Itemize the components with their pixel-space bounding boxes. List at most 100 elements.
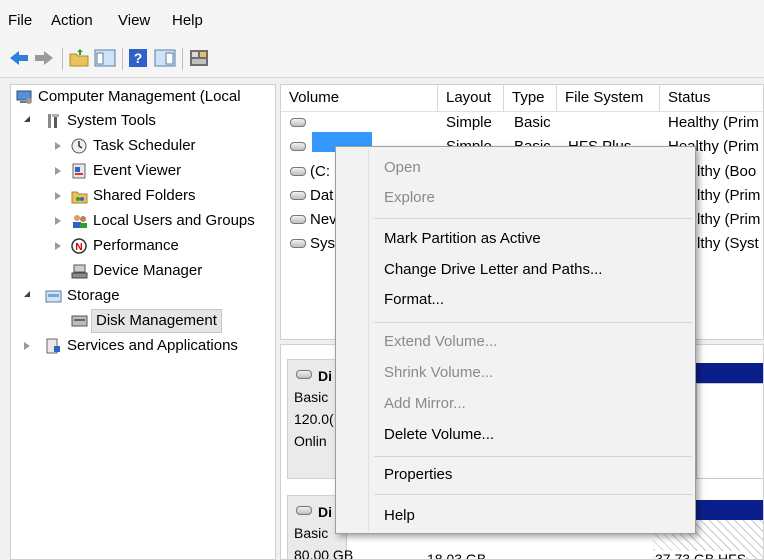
- volume-drive-icon: [290, 142, 306, 151]
- menu-item-help[interactable]: Help: [384, 504, 415, 528]
- toolbar: ?: [0, 38, 764, 78]
- volume-status: lthy (Prim: [697, 187, 761, 204]
- volume-name[interactable]: Syst: [310, 232, 336, 256]
- tree-label: Device Manager: [93, 262, 203, 279]
- menu-separator: [374, 456, 692, 457]
- volume-drive-icon: [290, 118, 306, 127]
- menu-item-mark-partition-active[interactable]: Mark Partition as Active: [384, 227, 541, 251]
- menu-item-delete-volume[interactable]: Delete Volume...: [384, 423, 494, 447]
- volume-status: lthy (Prim: [697, 211, 761, 228]
- volume-name[interactable]: Nev: [310, 208, 336, 232]
- expand-arrow-closed-icon[interactable]: [55, 142, 61, 150]
- disk-0-size: 120.0(: [294, 411, 334, 427]
- system-tools-icon: [48, 114, 59, 128]
- computer-management-icon: [16, 90, 32, 104]
- column-header-layout[interactable]: Layout: [438, 85, 504, 111]
- disk-1-kind: Basic: [294, 525, 329, 541]
- menu-item-shrink-volume[interactable]: Shrink Volume...: [384, 361, 493, 385]
- disk-0-name: Di: [318, 368, 332, 384]
- menu-bar: File Action View Help: [0, 0, 764, 38]
- performance-icon: N: [71, 238, 87, 254]
- volume-drive-icon: [290, 239, 306, 248]
- menu-help[interactable]: Help: [172, 12, 203, 29]
- disk-icon: [296, 370, 312, 379]
- volume-drive-icon: [290, 191, 306, 200]
- disk-management-icon: [71, 315, 88, 327]
- expand-arrow-closed-icon[interactable]: [24, 342, 30, 350]
- help-icon[interactable]: ?: [128, 48, 148, 68]
- menu-item-properties[interactable]: Properties: [384, 463, 452, 487]
- menu-item-explore[interactable]: Explore: [384, 186, 435, 210]
- tree-label: Storage: [67, 287, 120, 304]
- expand-arrow-closed-icon[interactable]: [55, 192, 61, 200]
- menu-item-format[interactable]: Format...: [384, 288, 444, 312]
- menu-separator: [374, 218, 692, 219]
- column-header-volume[interactable]: Volume: [281, 85, 438, 111]
- disk-1-partition-size: 18.03 GB: [427, 551, 487, 560]
- menu-separator: [374, 494, 692, 495]
- storage-icon: [45, 290, 62, 303]
- disk-1-name: Di: [318, 504, 332, 520]
- tree-label: Local Users and Groups: [93, 212, 255, 229]
- menu-view[interactable]: View: [118, 12, 150, 29]
- services-icon: [46, 338, 60, 354]
- expand-arrow-open-icon[interactable]: [24, 116, 30, 122]
- users-icon: [73, 215, 87, 228]
- disk-icon: [296, 506, 312, 515]
- menu-item-open[interactable]: Open: [384, 156, 421, 180]
- tree-root-label: Computer Management (Local: [38, 88, 241, 105]
- forward-arrow-icon[interactable]: [33, 48, 55, 68]
- disk-0-kind: Basic: [294, 389, 329, 405]
- volume-name[interactable]: Dat: [310, 184, 336, 208]
- back-arrow-icon[interactable]: [8, 48, 30, 68]
- shared-folder-icon: [71, 191, 88, 204]
- clock-icon: [71, 138, 87, 154]
- menu-action[interactable]: Action: [51, 12, 93, 29]
- event-viewer-icon: [72, 163, 86, 179]
- disk-1-size: 80.00 GB: [294, 547, 354, 560]
- expand-arrow-closed-icon[interactable]: [55, 167, 61, 175]
- tree-label: Task Scheduler: [93, 137, 196, 154]
- volume-status: lthy (Boo: [697, 163, 757, 180]
- volume-drive-icon: [290, 215, 306, 224]
- volume-status: lthy (Syst: [697, 235, 759, 252]
- properties-icon[interactable]: [188, 48, 210, 68]
- volume-context-menu: Open Explore Mark Partition as Active Ch…: [335, 146, 696, 534]
- show-hide-tree-icon[interactable]: [94, 48, 116, 68]
- volume-drive-icon: [290, 167, 306, 176]
- navigation-tree: Computer Management (Local System Tools …: [10, 84, 276, 560]
- show-hide-action-pane-icon[interactable]: [154, 48, 176, 68]
- expand-arrow-open-icon[interactable]: [24, 291, 30, 297]
- menu-file[interactable]: File: [8, 12, 32, 29]
- tree-label: Event Viewer: [93, 162, 182, 179]
- toolbar-separator: [62, 48, 63, 70]
- menu-item-extend-volume[interactable]: Extend Volume...: [384, 330, 497, 354]
- menu-separator: [374, 322, 692, 323]
- toolbar-separator: [122, 48, 123, 70]
- volume-status: Healthy (Prim: [668, 114, 759, 131]
- tree-label: Disk Management: [91, 309, 222, 333]
- disk-1-hfs-size: 37.73 GB HFS: [655, 551, 747, 559]
- volume-layout: Simple: [446, 114, 492, 131]
- volume-name[interactable]: (C:: [310, 160, 336, 184]
- svg-text:N: N: [75, 242, 82, 253]
- volume-type: Basic: [514, 114, 551, 131]
- up-folder-icon[interactable]: [68, 48, 90, 68]
- expand-arrow-closed-icon[interactable]: [55, 217, 61, 225]
- disk-0-state: Onlin: [294, 433, 327, 449]
- disk-0-partition-bar: [696, 363, 763, 383]
- expand-arrow-closed-icon[interactable]: [55, 242, 61, 250]
- column-header-status[interactable]: Status: [660, 85, 763, 111]
- tree-label: Services and Applications: [67, 337, 238, 354]
- menu-item-add-mirror[interactable]: Add Mirror...: [384, 392, 466, 416]
- svg-text:?: ?: [134, 50, 143, 66]
- tree-label: Shared Folders: [93, 187, 196, 204]
- menu-item-change-drive-letter[interactable]: Change Drive Letter and Paths...: [384, 258, 602, 282]
- toolbar-separator: [182, 48, 183, 70]
- disk-0-partition[interactable]: [696, 383, 763, 479]
- column-header-type[interactable]: Type: [504, 85, 557, 111]
- column-header-file-system[interactable]: File System: [557, 85, 660, 111]
- tree-label: Performance: [93, 237, 179, 254]
- tree-label: System Tools: [67, 112, 156, 129]
- device-manager-icon: [71, 264, 88, 279]
